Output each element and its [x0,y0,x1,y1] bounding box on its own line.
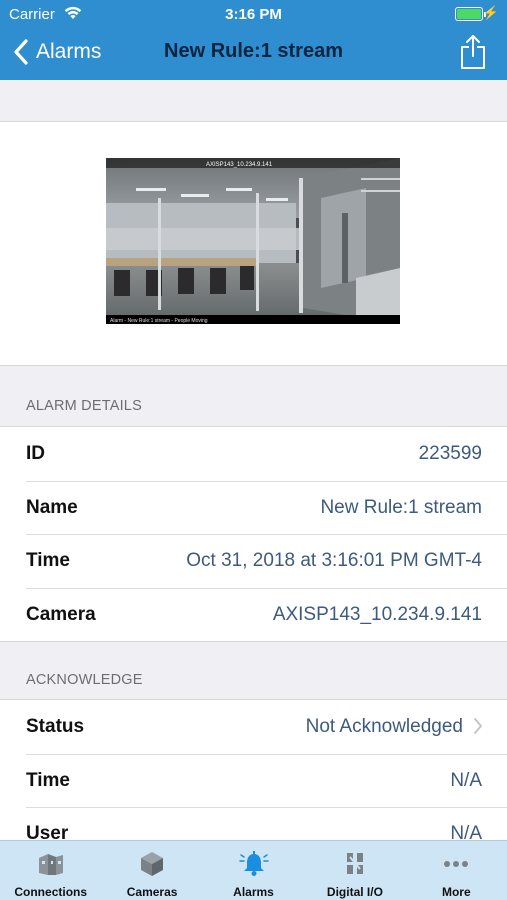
chevron-left-icon [14,39,28,65]
top-spacer [0,80,507,122]
alarm-details-group: ID 223599 Name New Rule:1 stream Time Oc… [0,426,507,642]
status-time: 3:16 PM [225,6,282,23]
detail-value: 223599 [418,443,482,464]
snapshot-camera-overlay: AXISP143_10.234.9.141 [206,162,273,168]
more-dots-icon [444,861,469,867]
battery-icon [455,7,486,21]
tab-more[interactable]: More [406,841,507,900]
bell-icon [238,851,269,876]
tab-label: More [441,885,471,899]
tab-label: Cameras [126,885,178,899]
ack-label: Time [26,769,71,791]
acknowledge-header-label: ACKNOWLEDGE [26,672,143,688]
tab-label: Digital I/O [326,885,383,899]
camera-cube-icon [141,852,164,876]
detail-row-camera: Camera AXISP143_10.234.9.141 [0,587,507,642]
alarm-details-header-label: ALARM DETAILS [26,398,142,414]
detail-value: New Rule:1 stream [320,496,482,518]
snapshot-container: AXISP143_10.234.9.141 Alarm - New Rule:1… [0,122,507,366]
charging-icon: ⚡ [482,5,499,20]
acknowledge-header: ACKNOWLEDGE [0,640,507,700]
chevron-right-icon [474,718,482,734]
back-button[interactable]: Alarms [12,36,101,68]
tab-connections[interactable]: Connections [0,841,101,900]
detail-row-name: Name New Rule:1 stream [0,480,507,535]
detail-label: ID [26,443,45,464]
detail-label: Camera [26,603,96,625]
acknowledge-status-row[interactable]: Status Not Acknowledged [0,700,507,754]
app-header: Carrier 3:16 PM ⚡ Alarms New Rule:1 stre… [0,0,507,80]
tab-digital-io[interactable]: Digital I/O [304,841,405,900]
acknowledge-time-row: Time N/A [0,753,507,808]
detail-label: Time [26,550,71,571]
ack-value: N/A [450,769,482,791]
detail-value: Oct 31, 2018 at 3:16:01 PM GMT-4 [186,550,482,571]
tab-cameras[interactable]: Cameras [101,841,202,900]
ack-status-value: Not Acknowledged [305,716,463,737]
acknowledge-group: Status Not Acknowledged Time N/A User N/… [0,699,507,862]
alarm-snapshot-image[interactable]: AXISP143_10.234.9.141 Alarm - New Rule:1… [106,158,400,324]
snapshot-caption-overlay: Alarm - New Rule:1 stream - People Movin… [110,318,208,324]
ack-label: Status [26,716,85,737]
detail-label: Name [26,496,78,518]
share-icon[interactable] [459,34,487,70]
tab-label: Connections [14,885,88,899]
tab-label: Alarms [233,885,274,899]
detail-row-id: ID 223599 [0,427,507,481]
status-bar: Carrier 3:16 PM ⚡ [0,0,507,28]
navigation-bar: Alarms New Rule:1 stream [0,28,507,80]
digital-io-icon [346,853,363,874]
building-icon [38,854,63,875]
detail-row-time: Time Oct 31, 2018 at 3:16:01 PM GMT-4 [0,534,507,588]
tab-alarms[interactable]: Alarms [203,841,304,900]
detail-value: AXISP143_10.234.9.141 [272,603,482,625]
alarm-details-header: ALARM DETAILS [0,366,507,426]
tab-bar: Connections Cameras Alarms Digital I/O M… [0,840,507,900]
back-button-label: Alarms [36,40,102,63]
